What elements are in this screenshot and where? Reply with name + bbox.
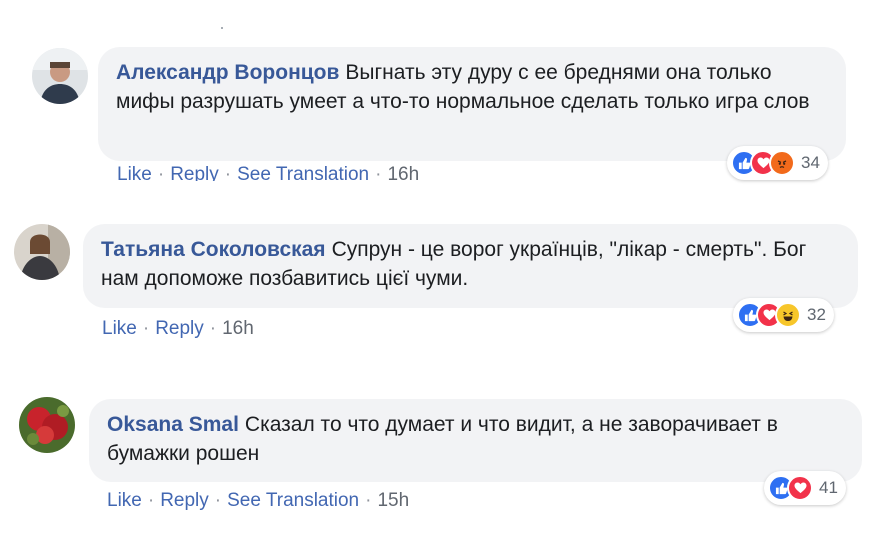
comment-actions: Like · Reply · See Translation · 15h bbox=[107, 490, 409, 512]
see-translation-link[interactable]: See Translation bbox=[237, 164, 369, 181]
action-separator: · bbox=[209, 318, 217, 339]
action-separator: · bbox=[214, 490, 222, 511]
comment-bubble: Татьяна Соколовская Супрун - це ворог укр… bbox=[83, 224, 858, 308]
love-icon bbox=[787, 475, 813, 501]
comment-timestamp[interactable]: 15h bbox=[377, 490, 409, 511]
action-separator: · bbox=[375, 164, 382, 181]
haha-icon bbox=[775, 302, 801, 328]
comment-bubble: Александр Воронцов Выгнать эту дуру с ее … bbox=[98, 47, 846, 161]
like-link[interactable]: Like bbox=[107, 490, 142, 511]
avatar[interactable] bbox=[14, 224, 70, 280]
action-separator: · bbox=[224, 164, 232, 181]
comment-author[interactable]: Александр Воронцов bbox=[116, 61, 339, 84]
separator-dot bbox=[221, 27, 223, 29]
angry-icon bbox=[769, 150, 795, 176]
action-separator: · bbox=[365, 490, 372, 511]
action-separator: · bbox=[147, 490, 155, 511]
avatar-photo bbox=[32, 48, 88, 104]
reaction-count: 34 bbox=[801, 153, 820, 172]
comment-bubble: Oksana Smal Сказал то что думает и что ви… bbox=[89, 399, 862, 482]
reply-link[interactable]: Reply bbox=[155, 318, 204, 339]
reply-link[interactable]: Reply bbox=[170, 164, 219, 181]
comment-author[interactable]: Oksana Smal bbox=[107, 413, 239, 436]
reply-link[interactable]: Reply bbox=[160, 490, 209, 511]
reaction-count: 32 bbox=[807, 305, 826, 324]
action-separator: · bbox=[142, 318, 150, 339]
action-separator: · bbox=[157, 164, 165, 181]
reactions-summary[interactable]: 41 bbox=[764, 471, 846, 505]
comment-actions: Like · Reply · 16h bbox=[102, 318, 254, 340]
comment-author[interactable]: Татьяна Соколовская bbox=[101, 238, 326, 261]
avatar-photo bbox=[14, 224, 70, 280]
comment-timestamp[interactable]: 16h bbox=[222, 318, 254, 339]
comment-actions: Like · Reply · See Translation · 16h bbox=[117, 164, 419, 181]
actions-clip: Like · Reply · See Translation · 16h bbox=[117, 160, 537, 181]
comment-timestamp[interactable]: 16h bbox=[387, 164, 419, 181]
like-link[interactable]: Like bbox=[102, 318, 137, 339]
like-link[interactable]: Like bbox=[117, 164, 152, 181]
avatar-photo bbox=[19, 397, 75, 453]
avatar[interactable] bbox=[19, 397, 75, 453]
reactions-summary[interactable]: 34 bbox=[727, 146, 828, 180]
reactions-summary[interactable]: 32 bbox=[733, 298, 834, 332]
avatar[interactable] bbox=[32, 48, 88, 104]
see-translation-link[interactable]: See Translation bbox=[227, 490, 359, 511]
reaction-count: 41 bbox=[819, 478, 838, 497]
